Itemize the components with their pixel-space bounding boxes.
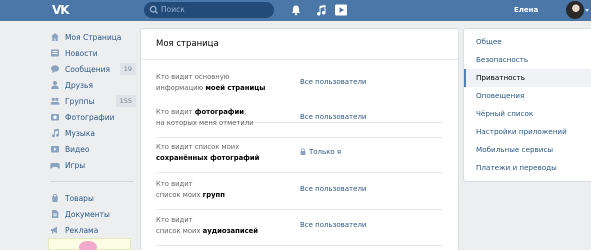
sidebar-item-news[interactable]: Новости	[48, 45, 136, 61]
settings-menu: Общее Безопасность Приватность Оповещени…	[464, 29, 591, 181]
top-header: VK Поиск Елена	[0, 0, 591, 21]
privacy-setting-link[interactable]: Все пользователи	[300, 184, 366, 195]
menu-item-payments[interactable]: Платежи и переводы	[464, 159, 591, 177]
privacy-setting-link[interactable]: Только я	[300, 147, 341, 158]
privacy-settings-card: Моя страница Кто видит основную информац…	[141, 29, 458, 250]
sidebar-item-documents[interactable]: Документы	[48, 206, 136, 222]
home-icon	[51, 33, 59, 41]
sidebar-item-label: Товары	[65, 193, 94, 203]
ads-icon	[51, 226, 57, 234]
menu-item-notifications[interactable]: Оповещения	[464, 87, 591, 105]
sidebar-item-photos[interactable]: Фотографии	[48, 109, 136, 125]
sidebar-item-groups[interactable]: Группы 155	[48, 93, 136, 109]
documents-icon	[52, 210, 59, 218]
sidebar-item-friends[interactable]: Друзья	[48, 77, 136, 93]
sidebar-item-my-page[interactable]: Моя Страница	[48, 29, 136, 45]
sidebar-item-games[interactable]: Игры	[48, 157, 136, 173]
bell-icon[interactable]	[289, 3, 303, 17]
privacy-question: Кто видит фотографии, на которых меня от…	[156, 108, 254, 127]
user-name[interactable]: Елена	[514, 0, 538, 21]
sidebar-item-label: Моя Страница	[65, 32, 122, 42]
menu-item-general[interactable]: Общее	[464, 33, 591, 51]
sidebar-item-label: Документы	[65, 209, 110, 219]
photos-icon	[51, 114, 59, 121]
sidebar-item-messages[interactable]: Сообщения 19	[48, 61, 136, 77]
messages-count-badge: 19	[119, 63, 136, 75]
row-divider	[156, 137, 443, 138]
avatar[interactable]	[566, 1, 584, 19]
chevron-down-icon[interactable]	[585, 9, 589, 12]
title-divider	[141, 59, 458, 60]
sidebar-item-ads[interactable]: Реклама	[48, 222, 136, 238]
privacy-setting-link[interactable]: Все пользователи	[300, 220, 366, 231]
friends-icon	[51, 81, 59, 89]
privacy-question: Кто видит список моих аудиозаписей	[156, 216, 258, 235]
search-icon	[149, 5, 159, 15]
privacy-question: Кто видит список моих групп	[156, 180, 225, 199]
sidebar-item-label: Музыка	[65, 128, 95, 138]
row-divider	[156, 172, 443, 173]
ad-image	[79, 241, 97, 250]
lock-icon	[300, 148, 306, 155]
sidebar-item-label: Фотографии	[65, 112, 115, 122]
sidebar-nav: Моя Страница Новости Сообщения 19 Друзья…	[48, 29, 136, 238]
menu-item-security[interactable]: Безопасность	[464, 51, 591, 69]
sidebar-item-label: Игры	[65, 160, 86, 170]
menu-item-privacy[interactable]: Приватность	[464, 69, 591, 87]
sidebar-item-label: Видео	[65, 144, 90, 154]
sidebar-item-music[interactable]: Музыка	[48, 125, 136, 141]
video-icon	[51, 146, 59, 153]
privacy-setting-link[interactable]: Все пользователи	[300, 112, 366, 123]
menu-item-app-settings[interactable]: Настройки приложений	[464, 123, 591, 141]
search-placeholder: Поиск	[161, 5, 185, 14]
row-divider	[156, 245, 443, 246]
news-icon	[51, 49, 59, 57]
music-icon	[51, 128, 59, 138]
sidebar-ad-banner[interactable]	[48, 238, 131, 250]
sidebar-item-label: Друзья	[65, 80, 93, 90]
play-icon[interactable]	[334, 3, 348, 17]
sidebar-item-label: Новости	[65, 48, 98, 58]
search-input[interactable]: Поиск	[144, 2, 274, 18]
groups-count-badge: 155	[115, 95, 136, 107]
menu-item-blacklist[interactable]: Чёрный список	[464, 105, 591, 123]
sidebar-item-label: Реклама	[65, 225, 99, 235]
goods-icon	[52, 193, 58, 202]
sidebar-item-label: Сообщения	[65, 64, 111, 74]
privacy-question: Кто видит список моих сохранённых фотогр…	[156, 143, 260, 162]
sidebar-divider	[50, 181, 134, 182]
games-icon	[50, 163, 60, 169]
sidebar-item-label: Группы	[65, 96, 95, 106]
messages-icon	[51, 65, 59, 74]
music-note-icon[interactable]	[314, 3, 328, 17]
privacy-setting-link[interactable]: Все пользователи	[300, 77, 366, 88]
privacy-row-main-info: Кто видит основную информацию моей стран…	[156, 72, 446, 108]
groups-icon	[50, 97, 60, 105]
row-divider	[156, 209, 443, 210]
privacy-question: Кто видит основную информацию моей стран…	[156, 73, 266, 92]
sidebar-item-video[interactable]: Видео	[48, 141, 136, 157]
sidebar-item-goods[interactable]: Товары	[48, 190, 136, 206]
menu-item-mobile-services[interactable]: Мобильные сервисы	[464, 141, 591, 159]
page-title: Моя страница	[156, 39, 219, 49]
vk-logo[interactable]: VK	[52, 3, 70, 17]
